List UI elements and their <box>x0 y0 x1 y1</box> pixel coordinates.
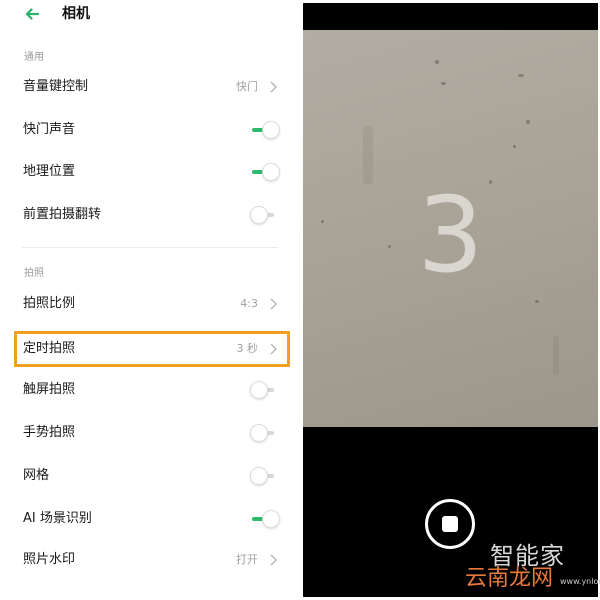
setting-aspect-ratio[interactable]: 拍照比例 4:3 <box>22 287 284 321</box>
watermark-url: www.ynlong.net <box>560 577 600 586</box>
setting-gesture-capture: 手势拍照 <box>22 416 284 450</box>
setting-location: 地理位置 <box>22 155 284 189</box>
setting-value: 快门 <box>236 80 258 93</box>
grid-toggle[interactable] <box>250 467 280 485</box>
camera-settings-panel: 相机 通用 音量键控制 快门 快门声音 地理位置 前置拍摄翻转 拍照 拍照比例 … <box>0 0 300 600</box>
ai-scene-toggle[interactable] <box>250 510 280 528</box>
setting-photo-watermark[interactable]: 照片水印 打开 <box>22 543 284 577</box>
chevron-right-icon <box>270 298 277 310</box>
setting-shutter-sound: 快门声音 <box>22 113 284 147</box>
stop-record-icon[interactable] <box>425 499 475 549</box>
setting-label: 照片水印 <box>23 552 76 567</box>
section-divider <box>22 247 278 248</box>
wall-speck <box>526 120 530 124</box>
camera-viewfinder-screen: 3 <box>303 3 598 597</box>
setting-label: 手势拍照 <box>23 425 76 440</box>
chevron-right-icon <box>270 554 277 566</box>
page-title: 相机 <box>62 6 90 22</box>
shutter-sound-toggle[interactable] <box>250 121 280 139</box>
chevron-right-icon <box>270 81 277 93</box>
timer-highlight-box <box>14 331 290 367</box>
camera-preview: 3 <box>303 30 598 427</box>
setting-ai-scene: AI 场景识别 <box>22 502 284 536</box>
setting-grid: 网格 <box>22 459 284 493</box>
setting-label: 快门声音 <box>23 122 76 137</box>
touch-capture-toggle[interactable] <box>250 381 280 399</box>
setting-label: 拍照比例 <box>23 296 76 311</box>
setting-label: 触屏拍照 <box>23 382 76 397</box>
section-heading-general: 通用 <box>24 52 44 63</box>
setting-label: 音量键控制 <box>23 79 89 94</box>
setting-front-mirror: 前置拍摄翻转 <box>22 198 284 232</box>
location-toggle[interactable] <box>250 163 280 181</box>
back-arrow-icon[interactable] <box>22 4 42 24</box>
wall-smudge <box>363 125 373 185</box>
setting-label: AI 场景识别 <box>23 511 92 526</box>
wall-speck <box>535 300 539 303</box>
countdown-number: 3 <box>417 174 484 296</box>
setting-value: 4:3 <box>240 297 258 310</box>
wall-speck <box>518 74 524 77</box>
wall-speck <box>513 145 516 148</box>
setting-volume-key-control[interactable]: 音量键控制 快门 <box>22 70 284 104</box>
setting-touch-capture: 触屏拍照 <box>22 373 284 407</box>
setting-label: 地理位置 <box>23 164 76 179</box>
front-mirror-toggle[interactable] <box>250 206 280 224</box>
section-heading-photo: 拍照 <box>24 268 44 279</box>
setting-label: 前置拍摄翻转 <box>23 207 102 222</box>
gesture-capture-toggle[interactable] <box>250 424 280 442</box>
setting-label: 网格 <box>23 468 50 483</box>
wall-speck <box>435 60 439 64</box>
wall-speck <box>441 82 446 85</box>
top-bar: 相机 <box>0 0 300 30</box>
wall-smudge <box>553 335 559 375</box>
watermark-text: 云南龙网 <box>465 566 554 591</box>
setting-value: 打开 <box>236 553 258 566</box>
